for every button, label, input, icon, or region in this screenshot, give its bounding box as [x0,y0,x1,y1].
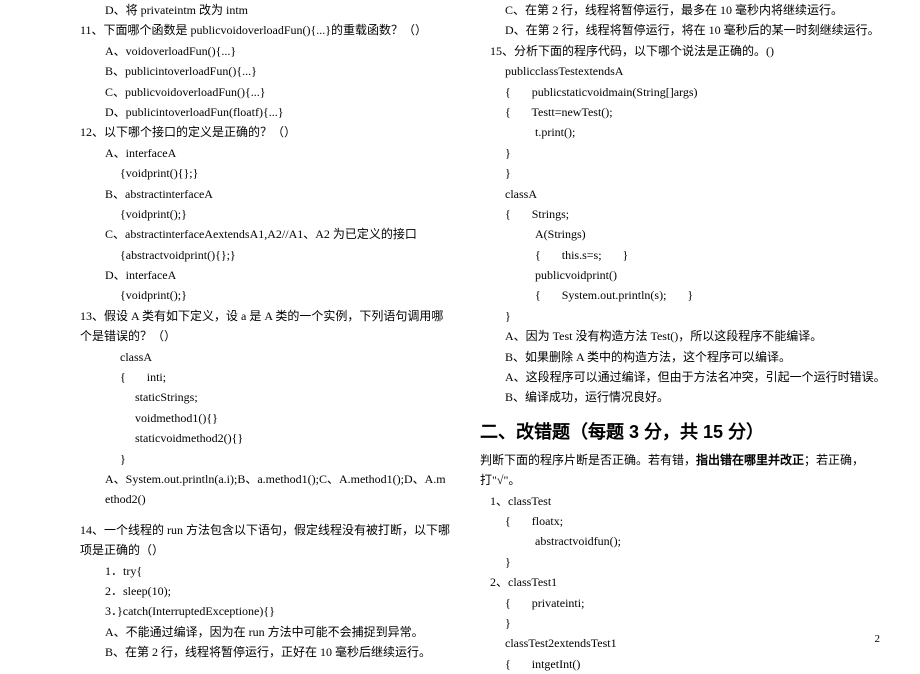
s2-q1-code-1: { floatx; [505,511,890,531]
q15-option-d: B、编译成功，运行情况良好。 [505,387,890,407]
q15-code-3: { Testt=newTest(); [505,102,890,122]
s2-q2: 2、classTest1 [490,572,890,592]
q13-code-6: } [120,449,450,469]
q15-code-9: A(Strings) [535,224,890,244]
q12-option-c: C、abstractinterfaceAextendsA1,A2//A1、A2 … [105,224,450,244]
q11-stem: 11、下面哪个函数是 publicvoidoverloadFun(){...}的… [80,20,450,40]
section-2-desc: 判断下面的程序片断是否正确。若有错，指出错在哪里并改正；若正确，打"√"。 [480,450,890,491]
q14-code-3: 3．}catch(InterruptedExceptione){} [105,601,450,621]
q13-stem: 13、假设 A 类有如下定义，设 a 是 A 类的一个实例，下列语句调用哪个是错… [80,306,450,347]
q15-code-10: { this.s=s; } [535,245,890,265]
q15-code-1: publicclassTestextendsA [505,61,890,81]
q15-option-c: A、这段程序可以通过编译，但由于方法名冲突，引起一个运行时错误。 [505,367,890,387]
q15-code-8: { Strings; [505,204,890,224]
s2-q2-code-4: { intgetInt() [505,654,890,674]
q13-code-5: staticvoidmethod2(){} [135,428,450,448]
section-2-heading: 二、改错题（每题 3 分，共 15 分） [480,418,890,444]
s2-q2-code-2: } [505,613,890,633]
s2-q2-code-1: { privateinti; [505,593,890,613]
q15-option-a: A、因为 Test 没有构造方法 Test()，所以这段程序不能编译。 [505,326,890,346]
q15-option-b: B、如果删除 A 类中的构造方法，这个程序可以编译。 [505,347,890,367]
q15-code-6: } [505,163,890,183]
q15-code-13: } [505,306,890,326]
q15-stem: 15、分析下面的程序代码，以下哪个说法是正确的。() [490,41,890,61]
q15-code-4: t.print(); [535,122,890,142]
q15-code-5: } [505,143,890,163]
q10-option-d: D、将 privateintm 改为 intm [105,0,450,20]
page-number: 2 [875,633,881,645]
q14-stem: 14、一个线程的 run 方法包含以下语句，假定线程没有被打断，以下哪项是正确的… [80,520,450,561]
q12-stem: 12、以下哪个接口的定义是正确的？（） [80,122,450,142]
q15-code-2: { publicstaticvoidmain(String[]args) [505,82,890,102]
q13-code-2: { inti; [120,367,450,387]
q15-code-11: publicvoidprint() [535,265,890,285]
q14-option-b: B、在第 2 行，线程将暂停运行，正好在 10 毫秒后继续运行。 [105,642,450,662]
q14-option-d: D、在第 2 行，线程将暂停运行，将在 10 毫秒后的某一时刻继续运行。 [505,20,890,40]
q11-option-a: A、voidoverloadFun(){...} [105,41,450,61]
left-column: D、将 privateintm 改为 intm 11、下面哪个函数是 publi… [30,0,460,674]
q13-options: A、System.out.println(a.i);B、a.method1();… [105,469,450,510]
q14-option-c: C、在第 2 行，线程将暂停运行，最多在 10 毫秒内将继续运行。 [505,0,890,20]
q13-code-4: voidmethod1(){} [135,408,450,428]
q12-option-b: B、abstractinterfaceA [105,184,450,204]
q13-code-3: staticStrings; [135,387,450,407]
q15-code-7: classA [505,184,890,204]
q15-code-12: { System.out.println(s); } [535,285,890,305]
q14-code-1: 1．try{ [105,561,450,581]
s2-q1: 1、classTest [490,491,890,511]
q13-code-1: classA [120,347,450,367]
right-column: C、在第 2 行，线程将暂停运行，最多在 10 毫秒内将继续运行。 D、在第 2… [470,0,900,674]
spacer [40,510,450,520]
q12-option-c-body: {abstractvoidprint(){};} [120,245,450,265]
q11-option-b: B、publicintoverloadFun(){...} [105,61,450,81]
q12-option-a-body: {voidprint(){};} [120,163,450,183]
s2-q1-code-2: abstractvoidfun(); [535,531,890,551]
q11-option-d: D、publicintoverloadFun(floatf){...} [105,102,450,122]
section-2-desc-bold: 指出错在哪里并改正 [696,453,804,467]
q12-option-b-body: {voidprint();} [120,204,450,224]
q12-option-d-body: {voidprint();} [120,285,450,305]
q12-option-a: A、interfaceA [105,143,450,163]
q14-code-2: 2．sleep(10); [105,581,450,601]
s2-q1-code-3: } [505,552,890,572]
q12-option-d: D、interfaceA [105,265,450,285]
q14-option-a: A、不能通过编译，因为在 run 方法中可能不会捕捉到异常。 [105,622,450,642]
q11-option-c: C、publicvoidoverloadFun(){...} [105,82,450,102]
